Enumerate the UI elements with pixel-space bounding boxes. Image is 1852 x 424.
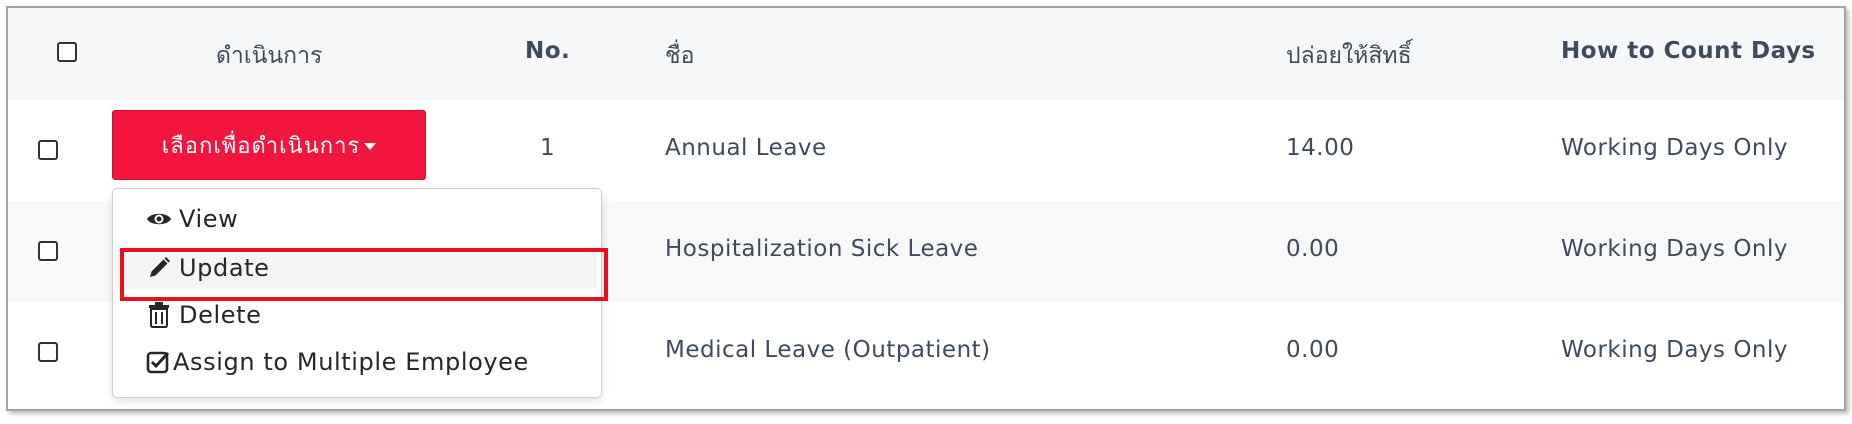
menu-item-view[interactable]: View	[115, 198, 597, 240]
header-no[interactable]: No.	[525, 38, 570, 64]
header-count-days[interactable]: How to Count Days	[1561, 38, 1816, 64]
trash-icon	[145, 302, 173, 328]
select-all-checkbox[interactable]	[57, 42, 77, 62]
row-entitlement: 0.00	[1286, 337, 1340, 363]
menu-item-label: Update	[179, 254, 270, 282]
row-name: Annual Leave	[665, 135, 827, 161]
action-dropdown-menu: View Update Delete Assign to Multiple Em…	[112, 188, 602, 398]
row-count-days: Working Days Only	[1561, 337, 1789, 363]
menu-item-label: View	[179, 205, 239, 233]
menu-item-label: Delete	[179, 301, 262, 329]
pencil-icon	[145, 256, 173, 280]
menu-item-delete[interactable]: Delete	[115, 294, 597, 336]
row-checkbox[interactable]	[38, 140, 58, 160]
row-no: 1	[540, 135, 556, 161]
check-square-icon	[145, 350, 171, 374]
row-checkbox[interactable]	[38, 342, 58, 362]
action-dropdown-button[interactable]: เลือกเพื่อดำเนินการ	[112, 110, 426, 180]
header-action: ดำเนินการ	[216, 43, 323, 69]
header-entitlement[interactable]: ปล่อยให้สิทธิ์	[1286, 38, 1412, 74]
table-header-row: ดำเนินการ No. ชื่อ ปล่อยให้สิทธิ์ How to…	[8, 8, 1844, 100]
header-name[interactable]: ชื่อ	[665, 38, 694, 74]
row-checkbox[interactable]	[38, 241, 58, 261]
action-dropdown-label: เลือกเพื่อดำเนินการ	[161, 133, 361, 159]
leave-types-table: ดำเนินการ No. ชื่อ ปล่อยให้สิทธิ์ How to…	[6, 6, 1846, 411]
menu-item-label: Assign to Multiple Employee	[173, 348, 529, 376]
row-entitlement: 14.00	[1286, 135, 1355, 161]
row-count-days: Working Days Only	[1561, 236, 1789, 262]
caret-down-icon	[364, 143, 377, 150]
row-entitlement: 0.00	[1286, 236, 1340, 262]
menu-item-assign-multiple[interactable]: Assign to Multiple Employee	[115, 341, 597, 383]
menu-item-update[interactable]: Update	[115, 247, 597, 289]
row-count-days: Working Days Only	[1561, 135, 1789, 161]
row-name: Medical Leave (Outpatient)	[665, 337, 991, 363]
row-name: Hospitalization Sick Leave	[665, 236, 979, 262]
eye-icon	[145, 210, 173, 228]
